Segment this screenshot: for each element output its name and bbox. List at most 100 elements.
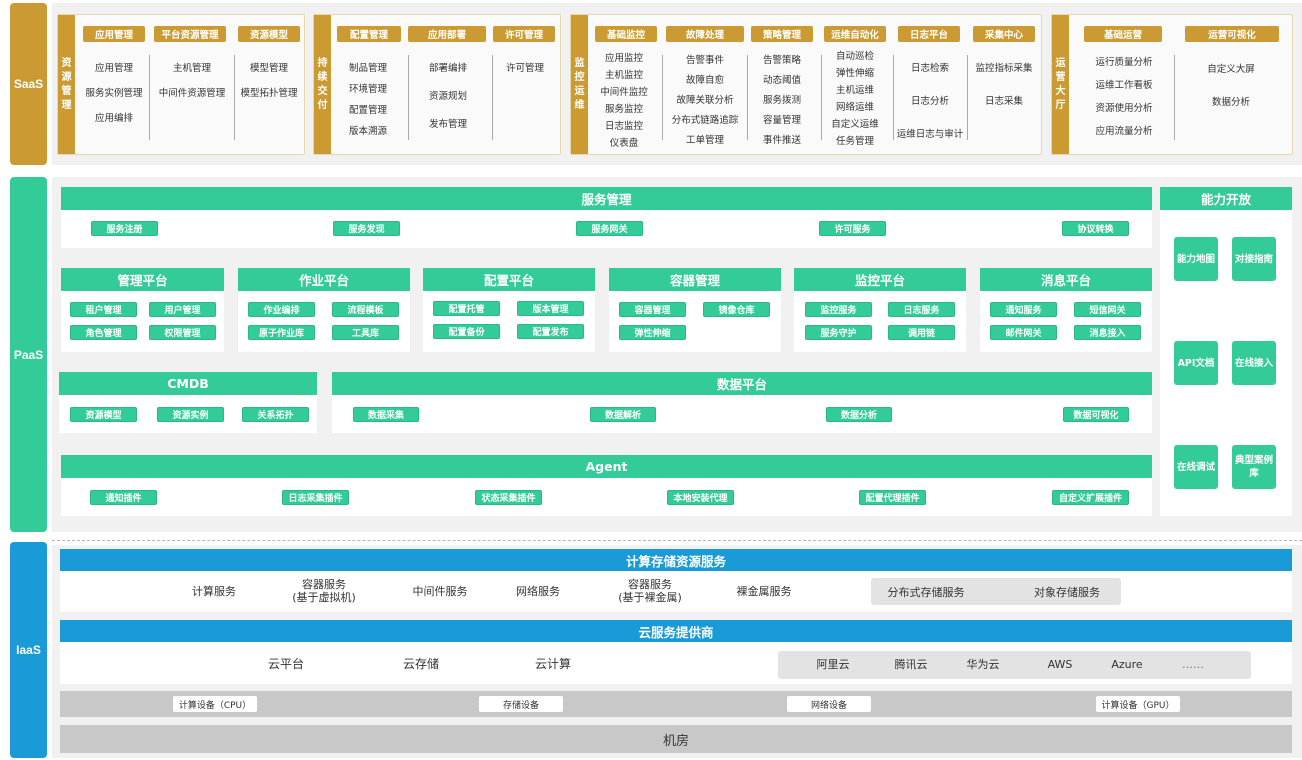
platform-item[interactable]: 弹性伸缩 xyxy=(619,325,686,340)
service-mgmt-item[interactable]: 协议转换 xyxy=(1062,221,1129,236)
platform-item[interactable]: 调用链 xyxy=(888,325,955,340)
data-platform-item[interactable]: 数据解析 xyxy=(590,407,656,422)
saas-item[interactable]: 主机管理 xyxy=(173,60,211,74)
saas-col-header[interactable]: 策略管理 xyxy=(751,26,813,42)
saas-item[interactable]: 主机运维 xyxy=(836,82,874,96)
platform-item[interactable]: 作业编排 xyxy=(248,302,315,317)
cloud-vendor[interactable]: 阿里云 xyxy=(808,658,858,671)
saas-item[interactable]: 日志分析 xyxy=(911,93,949,107)
saas-item[interactable]: 制品管理 xyxy=(349,60,387,74)
saas-item[interactable]: 工单管理 xyxy=(686,132,724,146)
saas-item[interactable]: 告警策略 xyxy=(763,52,801,66)
saas-col-header[interactable]: 运营可视化 xyxy=(1185,26,1279,42)
platform-item[interactable]: 邮件网关 xyxy=(990,325,1057,340)
platform-item[interactable]: 租户管理 xyxy=(70,302,137,317)
saas-item[interactable]: 版本溯源 xyxy=(349,123,387,137)
saas-item[interactable]: 仪表盘 xyxy=(610,135,639,149)
saas-item[interactable]: 网络运维 xyxy=(836,99,874,113)
saas-item[interactable]: 日志采集 xyxy=(985,93,1023,107)
service-mgmt-item[interactable]: 服务发现 xyxy=(333,221,400,236)
saas-item[interactable]: 资源规划 xyxy=(429,88,467,102)
open-capability-item[interactable]: 能力地图 xyxy=(1174,237,1218,281)
saas-item[interactable]: 日志检索 xyxy=(911,60,949,74)
saas-col-header[interactable]: 基础运营 xyxy=(1084,26,1162,42)
service-mgmt-item[interactable]: 许可服务 xyxy=(819,221,886,236)
platform-item[interactable]: 容器管理 xyxy=(619,302,686,317)
compute-service-item[interactable]: 网络服务 xyxy=(508,585,568,598)
device-item[interactable]: 网络设备 xyxy=(787,696,871,712)
saas-item[interactable]: 监控指标采集 xyxy=(975,60,1032,74)
data-platform-item[interactable]: 数据可视化 xyxy=(1063,407,1129,422)
saas-col-header[interactable]: 日志平台 xyxy=(898,26,960,42)
platform-item[interactable]: 日志服务 xyxy=(888,302,955,317)
saas-item[interactable]: 运行质量分析 xyxy=(1095,54,1152,68)
saas-item[interactable]: 故障自愈 xyxy=(686,72,724,86)
cloud-item[interactable]: 云存储 xyxy=(391,658,451,671)
platform-item[interactable]: 流程模板 xyxy=(332,302,399,317)
saas-item[interactable]: 运维日志与审计 xyxy=(897,126,964,140)
open-capability-item[interactable]: 在线接入 xyxy=(1232,341,1276,385)
saas-item[interactable]: 任务管理 xyxy=(836,133,874,147)
platform-item[interactable]: 短信网关 xyxy=(1074,302,1141,317)
agent-item[interactable]: 状态采集插件 xyxy=(475,490,542,505)
saas-item[interactable]: 数据分析 xyxy=(1212,94,1250,108)
saas-item[interactable]: 动态阈值 xyxy=(763,72,801,86)
compute-service-item[interactable]: 容器服务 (基于虚拟机) xyxy=(284,578,364,604)
saas-col-header[interactable]: 平台资源管理 xyxy=(154,26,226,42)
open-capability-item[interactable]: 对接指南 xyxy=(1232,237,1276,281)
cloud-item[interactable]: 云平台 xyxy=(256,658,316,671)
saas-item[interactable]: 运维工作看板 xyxy=(1095,77,1152,91)
agent-item[interactable]: 本地安装代理 xyxy=(667,490,734,505)
cloud-vendor[interactable]: Azure xyxy=(1102,658,1152,671)
saas-item[interactable]: 中间件资源管理 xyxy=(159,85,226,99)
device-item[interactable]: 计算设备（CPU） xyxy=(173,696,257,712)
agent-item[interactable]: 自定义扩展插件 xyxy=(1052,490,1129,505)
platform-item[interactable]: 原子作业库 xyxy=(248,325,315,340)
platform-item[interactable]: 通知服务 xyxy=(990,302,1057,317)
saas-item[interactable]: 模型拓扑管理 xyxy=(240,85,297,99)
cloud-vendor[interactable]: 腾讯云 xyxy=(886,658,936,671)
saas-col-header[interactable]: 应用管理 xyxy=(83,26,145,42)
agent-item[interactable]: 日志采集插件 xyxy=(282,490,349,505)
cmdb-item[interactable]: 关系拓扑 xyxy=(242,407,309,422)
service-mgmt-item[interactable]: 服务网关 xyxy=(576,221,643,236)
saas-item[interactable]: 资源使用分析 xyxy=(1095,100,1152,114)
open-capability-item[interactable]: API文档 xyxy=(1174,341,1218,385)
platform-item[interactable]: 镜像仓库 xyxy=(703,302,770,317)
saas-item[interactable]: 服务监控 xyxy=(605,101,643,115)
saas-col-header[interactable]: 许可管理 xyxy=(493,26,555,42)
saas-item[interactable]: 发布管理 xyxy=(429,116,467,130)
compute-service-item[interactable]: 容器服务 (基于裸金属) xyxy=(610,578,690,604)
saas-col-header[interactable]: 采集中心 xyxy=(973,26,1035,42)
device-item[interactable]: 计算设备（GPU） xyxy=(1096,696,1180,712)
storage-service-item[interactable]: 分布式存储服务 xyxy=(881,586,971,599)
saas-item[interactable]: 应用编排 xyxy=(95,110,133,124)
cloud-item[interactable]: 云计算 xyxy=(523,658,583,671)
open-capability-item[interactable]: 在线调试 xyxy=(1174,445,1218,489)
saas-item[interactable]: 弹性伸缩 xyxy=(836,65,874,79)
saas-item[interactable]: 中间件监控 xyxy=(600,84,648,98)
platform-item[interactable]: 配置备份 xyxy=(433,324,500,339)
open-capability-item[interactable]: 典型案例库 xyxy=(1232,445,1276,489)
saas-item[interactable]: 服务拨测 xyxy=(763,92,801,106)
platform-item[interactable]: 配置托管 xyxy=(433,301,500,316)
cloud-vendor[interactable]: AWS xyxy=(1035,658,1085,671)
platform-item[interactable]: 权限管理 xyxy=(149,325,216,340)
saas-item[interactable]: 日志监控 xyxy=(605,118,643,132)
saas-item[interactable]: 主机监控 xyxy=(605,67,643,81)
agent-item[interactable]: 配置代理插件 xyxy=(859,490,926,505)
saas-item[interactable]: 分布式链路追踪 xyxy=(672,112,739,126)
cmdb-item[interactable]: 资源模型 xyxy=(70,407,137,422)
saas-item[interactable]: 环境管理 xyxy=(349,81,387,95)
saas-item[interactable]: 配置管理 xyxy=(349,102,387,116)
cloud-vendor-more[interactable]: …… xyxy=(1168,658,1218,671)
storage-service-item[interactable]: 对象存储服务 xyxy=(1025,586,1109,599)
saas-item[interactable]: 自定义大屏 xyxy=(1207,61,1255,75)
saas-item[interactable]: 自动巡检 xyxy=(836,48,874,62)
saas-item[interactable]: 应用监控 xyxy=(605,50,643,64)
platform-item[interactable]: 监控服务 xyxy=(805,302,872,317)
saas-col-header[interactable]: 基础监控 xyxy=(595,26,657,42)
saas-item[interactable]: 应用管理 xyxy=(95,60,133,74)
platform-item[interactable]: 工具库 xyxy=(332,325,399,340)
service-mgmt-item[interactable]: 服务注册 xyxy=(91,221,158,236)
